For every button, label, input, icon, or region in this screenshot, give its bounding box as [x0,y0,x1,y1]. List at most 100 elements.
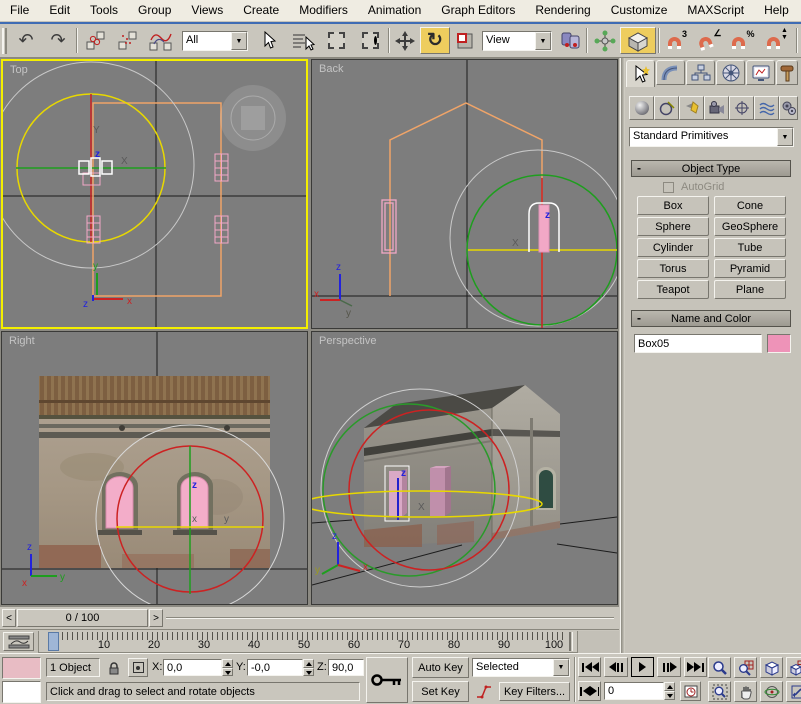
go-to-start-button[interactable] [578,657,601,677]
region-zoom-button[interactable] [708,681,731,702]
angle-snap-toggle-icon[interactable]: ∠ [695,27,725,54]
object-type-plane-button[interactable]: Plane [714,280,786,299]
name-color-rollout-header[interactable]: - Name and Color [631,310,791,327]
auto-key-button[interactable]: Auto Key [412,657,469,678]
dropdown-arrow-icon[interactable]: ▼ [535,32,551,50]
x-spinner[interactable] [222,659,233,676]
category-shapes[interactable] [654,96,679,120]
track-bar-frame-handle[interactable] [48,632,59,651]
menu-create[interactable]: Create [233,1,289,20]
keyboard-shortcut-override-toggle[interactable] [620,27,656,54]
tab-motion[interactable] [716,60,745,85]
tab-create[interactable] [626,60,655,87]
time-slider-handle[interactable]: 0 / 100 [17,609,148,627]
category-space-warps[interactable] [754,96,779,120]
tab-utilities[interactable] [776,60,798,85]
object-type-cone-button[interactable]: Cone [714,196,786,215]
use-pivot-point-center-icon[interactable] [556,27,584,54]
default-tangent-button[interactable] [473,682,495,701]
menu-animation[interactable]: Animation [358,1,431,20]
object-type-tube-button[interactable]: Tube [714,238,786,257]
tab-modify[interactable] [656,60,685,85]
viewport-right-label[interactable]: Right [9,335,35,347]
key-scope-dropdown[interactable]: Selected ▼ [472,658,570,677]
undo-icon[interactable]: ↶ [12,27,40,54]
bind-to-space-warp-icon[interactable] [146,27,176,54]
menu-views[interactable]: Views [181,1,233,20]
viewport-right[interactable]: Right [1,331,308,605]
object-color-swatch[interactable] [767,334,791,353]
object-type-cylinder-button[interactable]: Cylinder [637,238,709,257]
menu-customize[interactable]: Customize [601,1,678,20]
time-slider-track[interactable] [166,617,614,619]
menu-rendering[interactable]: Rendering [525,1,600,20]
reference-coordinate-system-dropdown[interactable]: View ▼ [482,31,552,51]
viewport-perspective[interactable]: Perspective [311,331,618,605]
category-cameras[interactable] [704,96,729,120]
dropdown-arrow-icon[interactable]: ▼ [231,32,247,50]
menu-graph-editors[interactable]: Graph Editors [431,1,525,20]
category-geometry[interactable] [629,96,654,120]
selection-lock-toggle[interactable] [106,658,122,677]
object-type-rollout-header[interactable]: - Object Type [631,160,791,177]
primitive-category-dropdown[interactable]: Standard Primitives ▼ [629,127,794,147]
arc-rotate-button[interactable] [760,681,783,702]
go-to-end-button[interactable] [684,657,707,677]
snaps-toggle-icon[interactable]: 3 [662,27,692,54]
selection-filter-dropdown[interactable]: All ▼ [182,31,248,51]
crossing-selection-icon[interactable] [354,27,386,54]
select-object-icon[interactable] [256,27,282,54]
object-type-sphere-button[interactable]: Sphere [637,217,709,236]
absolute-offset-mode-toggle[interactable] [128,658,148,677]
viewport-top-label[interactable]: Top [10,64,28,76]
category-helpers[interactable] [729,96,754,120]
dropdown-arrow-icon[interactable]: ▼ [777,128,793,146]
select-and-move-icon[interactable] [392,27,418,54]
select-and-manipulate-icon[interactable] [591,27,618,54]
tab-display[interactable] [746,60,775,85]
menu-group[interactable]: Group [128,1,181,20]
object-type-torus-button[interactable]: Torus [637,259,709,278]
y-coordinate-field[interactable]: -0,0 [247,659,303,676]
menu-modifiers[interactable]: Modifiers [289,1,358,20]
category-systems[interactable] [779,96,798,120]
menu-maxscript[interactable]: MAXScript [677,1,754,20]
next-frame-button[interactable] [657,657,681,677]
track-bar-ruler[interactable]: 0 10 20 30 40 50 60 70 80 90 100 [38,631,578,653]
current-frame-field[interactable]: 0 [604,682,664,700]
menu-tools[interactable]: Tools [80,1,128,20]
viewport-back-label[interactable]: Back [319,63,343,75]
menu-edit[interactable]: Edit [39,1,80,20]
frame-spinner[interactable] [664,682,675,700]
maximize-viewport-toggle[interactable] [786,681,801,702]
redo-icon[interactable]: ↷ [44,27,72,54]
unlink-selection-icon[interactable] [114,27,142,54]
select-and-scale-icon[interactable] [452,27,478,54]
object-type-pyramid-button[interactable]: Pyramid [714,259,786,278]
viewport-perspective-label[interactable]: Perspective [319,335,376,347]
viewport-back[interactable]: Back z X [311,59,618,329]
category-lights[interactable] [679,96,704,120]
zoom-button[interactable] [708,657,731,678]
x-coordinate-field[interactable]: 0,0 [163,659,222,676]
mini-listener-pane[interactable] [2,681,41,703]
object-type-box-button[interactable]: Box [637,196,709,215]
dropdown-arrow-icon[interactable]: ▼ [553,659,569,676]
key-mode-toggle[interactable] [578,681,601,701]
menu-help[interactable]: Help [754,1,799,20]
set-keys-button[interactable] [366,657,408,703]
percent-snap-toggle-icon[interactable]: % [728,27,758,54]
select-and-link-icon[interactable] [82,27,110,54]
autogrid-checkbox[interactable] [663,182,674,193]
play-button[interactable] [631,657,654,677]
object-name-field[interactable]: Box05 [634,334,762,353]
panel-scrollbar[interactable] [621,58,625,654]
menu-file[interactable]: File [0,1,39,20]
select-by-name-icon[interactable] [288,27,318,54]
y-spinner[interactable] [303,659,314,676]
object-type-teapot-button[interactable]: Teapot [637,280,709,299]
z-coordinate-field[interactable]: 90,0 [328,659,364,676]
key-filters-button[interactable]: Key Filters... [499,682,570,701]
zoom-extents-button[interactable] [760,657,783,678]
spinner-snap-toggle-icon[interactable]: ▲▼ [761,27,793,54]
